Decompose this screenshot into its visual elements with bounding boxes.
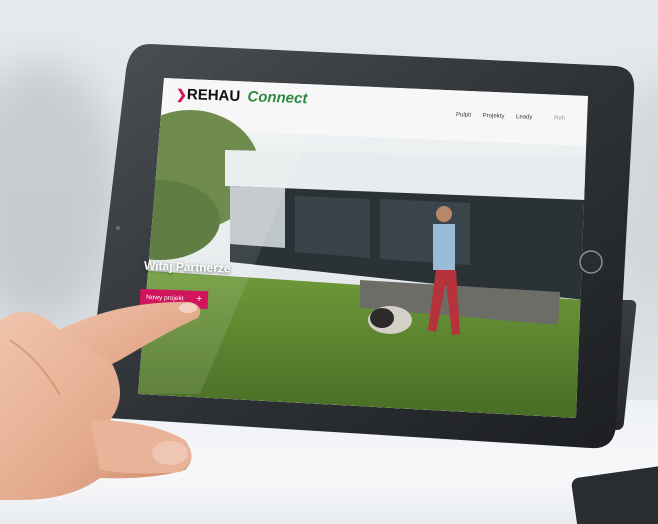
scene: ❯REHAU Connect Pulpit Projekty Leady Reh…: [0, 0, 658, 524]
pointing-hand: [0, 301, 201, 500]
